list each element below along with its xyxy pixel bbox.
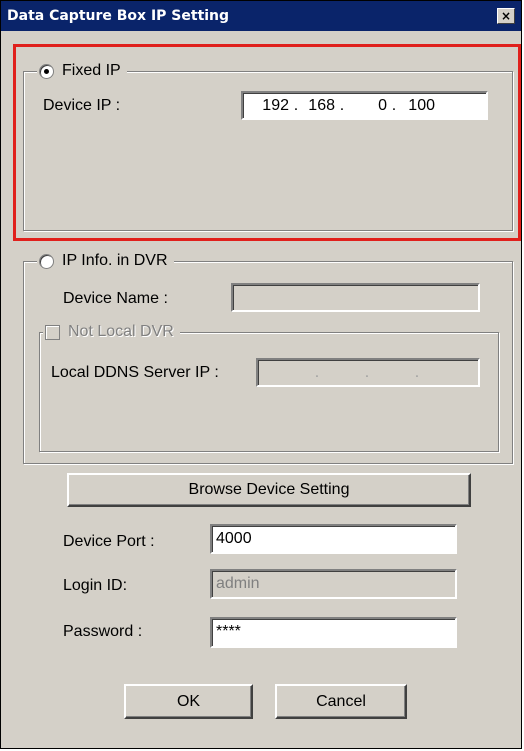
login-id-input[interactable]: admin: [210, 569, 457, 599]
device-name-input[interactable]: [231, 283, 480, 312]
not-local-dvr-checkbox[interactable]: Not Local DVR: [43, 322, 180, 342]
close-icon: ×: [500, 9, 512, 23]
checkbox-icon: [45, 324, 60, 340]
cancel-button[interactable]: Cancel: [275, 684, 407, 719]
dvr-info-radio[interactable]: IP Info. in DVR: [37, 251, 174, 271]
ddns-dot-2: .: [364, 364, 370, 381]
browse-device-setting-button[interactable]: Browse Device Setting: [67, 473, 471, 507]
not-local-dvr-group: [39, 332, 499, 452]
close-button[interactable]: ×: [497, 8, 515, 24]
ip-setting-dialog: Data Capture Box IP Setting × Fixed IP D…: [0, 0, 522, 749]
highlight-box: [13, 44, 521, 241]
dvr-info-label: IP Info. in DVR: [62, 252, 168, 269]
radio-button-icon: [39, 253, 54, 269]
login-id-label: Login ID:: [63, 577, 128, 594]
ddns-server-ip-input[interactable]: . . .: [256, 358, 480, 387]
window-title: Data Capture Box IP Setting: [7, 8, 230, 24]
ddns-server-label: Local DDNS Server IP :: [51, 364, 219, 381]
ddns-dot-1: .: [314, 364, 320, 381]
ok-button[interactable]: OK: [124, 684, 253, 719]
device-port-input[interactable]: 4000: [210, 524, 457, 554]
password-label: Password :: [63, 623, 143, 640]
not-local-dvr-label: Not Local DVR: [68, 323, 174, 340]
password-input[interactable]: ****: [210, 617, 457, 648]
ddns-dot-3: .: [414, 364, 420, 381]
device-port-label: Device Port :: [63, 533, 155, 550]
device-name-label: Device Name :: [63, 290, 168, 307]
title-bar: Data Capture Box IP Setting ×: [1, 1, 521, 31]
